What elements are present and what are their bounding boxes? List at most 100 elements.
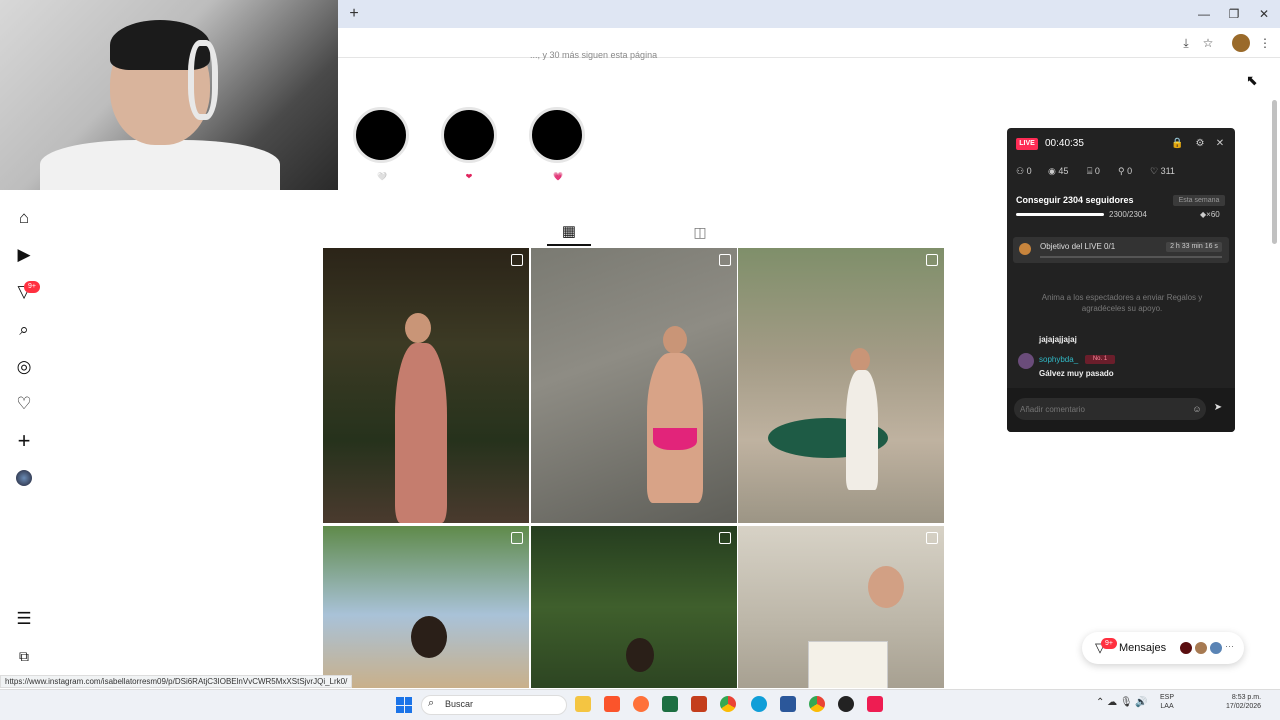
- language-code: ESP: [1160, 694, 1175, 701]
- post-thumbnail[interactable]: [531, 248, 737, 523]
- messages-badge: 9+: [1101, 638, 1117, 649]
- lock-icon[interactable]: 🔒: [1171, 138, 1183, 150]
- users-icon: ⚇: [1016, 166, 1027, 176]
- webcam-person-shirt: [40, 140, 280, 190]
- post-thumbnail[interactable]: [323, 248, 529, 523]
- app-icon[interactable]: [838, 696, 854, 712]
- tab-tagged-icon[interactable]: ◫: [691, 222, 709, 242]
- comment-text: Gálvez muy pasado: [1039, 369, 1114, 378]
- stat-likes: ♡ 311: [1150, 166, 1175, 177]
- reels-icon[interactable]: ▶: [12, 243, 36, 267]
- carousel-icon: [719, 532, 731, 544]
- goal-period-badge: Esta semana: [1173, 195, 1225, 206]
- post-thumbnail[interactable]: [323, 526, 529, 688]
- more-menu-icon[interactable]: ☰: [12, 607, 36, 631]
- mouse-cursor-icon: ⬉: [1246, 72, 1258, 88]
- browser-tab-strip: [338, 0, 1280, 28]
- profile-avatar-icon[interactable]: [1232, 34, 1250, 52]
- maximize-button[interactable]: ❐: [1220, 4, 1248, 24]
- post-thumbnail[interactable]: [738, 526, 944, 688]
- firefox-icon[interactable]: [633, 696, 649, 712]
- objective-label: Objetivo del LIVE 0/1: [1040, 242, 1116, 251]
- comment-input[interactable]: [1014, 398, 1206, 420]
- carousel-icon: [511, 254, 523, 266]
- emoji-icon[interactable]: ☺: [1191, 403, 1203, 415]
- stat-views-value: 45: [1058, 166, 1069, 176]
- stat-likes-value: 311: [1160, 166, 1175, 176]
- share-icon: ⚲: [1118, 166, 1128, 176]
- taskbar-search-label: Buscar: [445, 699, 474, 709]
- carousel-icon: [511, 532, 523, 544]
- messages-more: ···: [1225, 641, 1234, 651]
- link-status-url: https://www.instagram.com/isabellatorres…: [0, 675, 353, 688]
- chrome-profile-icon[interactable]: [809, 696, 825, 712]
- story-highlight-3-label: 💗: [553, 172, 563, 181]
- webcam-overlay: [0, 0, 338, 190]
- avatar: [1209, 641, 1223, 655]
- gift-icon: ⌸: [1087, 166, 1095, 176]
- search-icon: ⌕: [428, 697, 435, 709]
- tiktok-icon[interactable]: [867, 696, 883, 712]
- language-indicator[interactable]: ESP LAA: [1160, 693, 1174, 711]
- stat-users-value: 0: [1026, 166, 1032, 176]
- followed-by-text: ..., y 30 más siguen esta página: [530, 50, 658, 60]
- send-icon[interactable]: ➤: [1212, 402, 1224, 414]
- story-highlight-3[interactable]: [529, 107, 585, 163]
- windows-start-icon[interactable]: [396, 697, 412, 713]
- edge-icon[interactable]: [751, 696, 767, 712]
- brave-icon[interactable]: [604, 696, 620, 712]
- minimize-button[interactable]: —: [1190, 4, 1218, 24]
- word-icon[interactable]: [780, 696, 796, 712]
- encourage-text: Anima a los espectadores a enviar Regalo…: [1041, 293, 1203, 313]
- explore-icon[interactable]: ◎: [12, 355, 36, 379]
- scrollbar-thumb[interactable]: [1272, 100, 1277, 244]
- powerpoint-icon[interactable]: [691, 696, 707, 712]
- heart-icon: ♡: [1150, 166, 1161, 176]
- stat-shares-value: 0: [1127, 166, 1133, 176]
- stat-views: ◉ 45: [1048, 166, 1068, 177]
- goal-progress-bar: [1016, 213, 1104, 216]
- clock[interactable]: 8:53 p.m. 17/02/2026: [1226, 693, 1261, 711]
- live-timer: 00:40:35: [1045, 138, 1084, 149]
- notifications-badge: 9+: [24, 281, 40, 293]
- bookmark-star-icon[interactable]: ☆: [1199, 34, 1217, 52]
- create-icon[interactable]: +: [12, 429, 36, 453]
- settings-icon[interactable]: ⚙: [1194, 138, 1206, 150]
- profile-avatar[interactable]: [16, 470, 32, 486]
- carousel-icon: [926, 254, 938, 266]
- clock-date: 17/02/2026: [1226, 703, 1262, 710]
- stat-gifts-value: 0: [1094, 166, 1100, 176]
- also-from-meta-icon[interactable]: ⧉: [12, 644, 36, 668]
- post-thumbnail[interactable]: [738, 248, 944, 523]
- file-explorer-icon[interactable]: [575, 696, 591, 712]
- heart-icon[interactable]: ♡: [12, 392, 36, 416]
- taskbar-search[interactable]: [421, 695, 567, 715]
- browser-toolbar: [338, 28, 1280, 58]
- home-icon[interactable]: ⌂: [12, 206, 36, 230]
- comment-username[interactable]: sophybda_: [1039, 355, 1078, 364]
- story-highlight-1-label: 🤍: [377, 172, 387, 181]
- objective-time: 2 h 33 min 16 s: [1166, 242, 1222, 252]
- messages-label: Mensajes: [1119, 642, 1167, 654]
- goal-title: Conseguir 2304 seguidores: [1016, 195, 1134, 205]
- stat-gifts: ⌸ 0: [1087, 166, 1100, 177]
- story-highlight-1[interactable]: [353, 107, 409, 163]
- goal-multiplier: ◆×60: [1200, 210, 1220, 219]
- goal-count: 2300/2304: [1109, 210, 1147, 219]
- system-tray-icons[interactable]: ⌃ ☁ 🎙 🔊: [1096, 697, 1148, 708]
- close-window-button[interactable]: ✕: [1250, 4, 1278, 24]
- comment-rank-badge: No. 1: [1085, 355, 1115, 364]
- post-thumbnail[interactable]: [531, 526, 737, 688]
- chrome-icon[interactable]: [720, 696, 736, 712]
- carousel-icon: [926, 532, 938, 544]
- excel-icon[interactable]: [662, 696, 678, 712]
- install-app-icon[interactable]: ⤓: [1177, 34, 1195, 52]
- clock-time: 8:53 p.m.: [1231, 694, 1262, 701]
- avatar: [1194, 641, 1208, 655]
- tab-posts-grid-icon[interactable]: ▦: [560, 222, 578, 242]
- close-icon[interactable]: ✕: [1214, 138, 1226, 150]
- search-icon[interactable]: ⌕: [12, 318, 36, 342]
- story-highlight-2[interactable]: [441, 107, 497, 163]
- browser-menu-icon[interactable]: ⋮: [1256, 34, 1274, 52]
- new-tab-button[interactable]: +: [344, 4, 364, 24]
